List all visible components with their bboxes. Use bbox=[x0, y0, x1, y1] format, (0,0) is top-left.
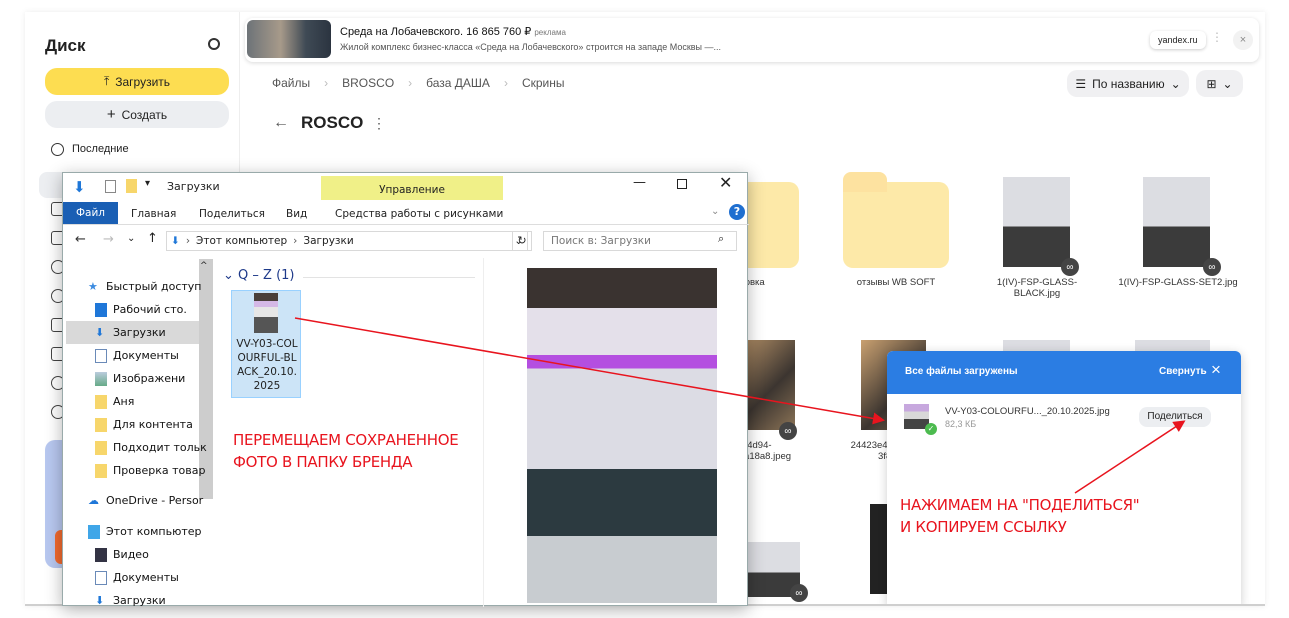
arrow-to-panel bbox=[294, 317, 885, 425]
annotation-arrows bbox=[294, 317, 1186, 494]
arrow-to-share bbox=[1074, 420, 1186, 494]
